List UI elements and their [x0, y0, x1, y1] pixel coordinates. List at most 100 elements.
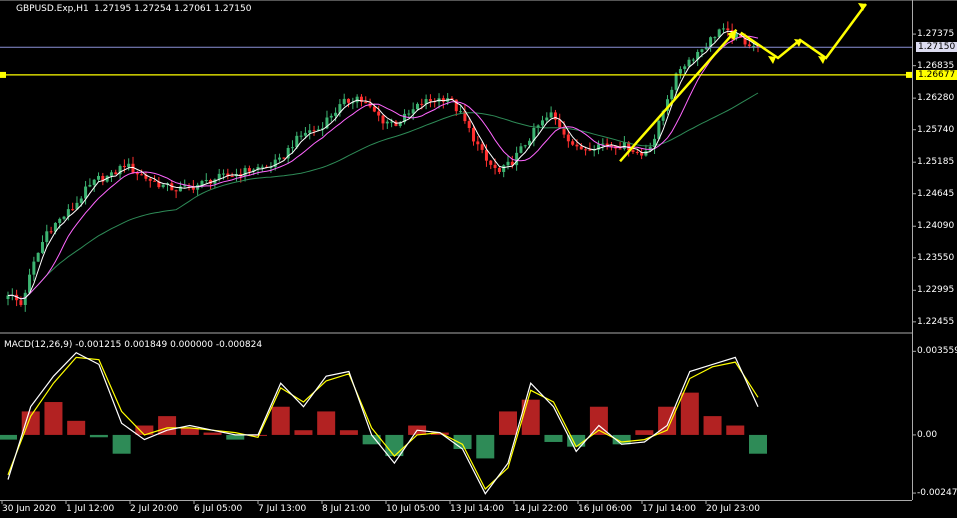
candle-body	[472, 127, 476, 142]
candle-body	[502, 165, 506, 173]
time-tick-label: 30 Jun 2020	[2, 504, 57, 514]
candle-body	[243, 168, 247, 177]
candle-body	[635, 151, 639, 153]
support-price-tag: 1.26677	[916, 70, 957, 80]
macd-histogram-bar	[317, 411, 336, 435]
symbol-label: GBPUSD.Exp,H1	[16, 4, 89, 14]
candle-body	[230, 176, 234, 178]
candle-body	[200, 181, 204, 185]
candle-body	[40, 242, 44, 253]
time-tick-label: 7 Jul 13:00	[258, 504, 307, 514]
macd-histogram-bar	[726, 425, 745, 435]
candle-body	[260, 166, 264, 168]
macd-histogram-bar	[749, 434, 767, 454]
macd-histogram-bar	[339, 430, 358, 435]
macd-tick-label: -0.002475	[917, 488, 957, 499]
macd-histogram-bar	[44, 402, 63, 435]
price-tick-label: 1.23550	[917, 252, 955, 263]
candle-body	[428, 99, 432, 102]
time-tick-label: 13 Jul 14:00	[450, 504, 504, 514]
forecast-arrow-head	[818, 56, 826, 64]
candle-body	[549, 112, 553, 118]
time-tick-label: 17 Jul 14:00	[642, 504, 696, 514]
candle-body	[312, 130, 316, 132]
price-tick-label: 1.22455	[917, 316, 955, 327]
candle-body	[19, 300, 23, 305]
candle-body	[476, 141, 480, 145]
candle-body	[575, 144, 579, 147]
macd-histogram-bar	[385, 434, 404, 457]
candle-body	[519, 146, 523, 153]
candle-body	[420, 103, 424, 105]
candle-body	[161, 184, 165, 188]
candle-body	[364, 101, 368, 104]
candle-body	[678, 69, 682, 74]
candle-body	[114, 172, 118, 175]
candle-body	[290, 147, 294, 149]
price-tick-label: 1.26280	[917, 93, 955, 104]
macd-signal-line	[7, 356, 759, 490]
candle-body	[109, 172, 113, 176]
candle-body	[411, 109, 415, 114]
candle-body	[523, 145, 527, 147]
candle-body	[506, 161, 510, 166]
chart-canvas[interactable]	[0, 0, 957, 518]
macd-main-line	[7, 351, 759, 495]
time-tick-label: 14 Jul 22:00	[514, 504, 568, 514]
candle-body	[553, 112, 557, 120]
candle-body	[480, 144, 484, 150]
time-tick-label: 10 Jul 05:00	[386, 504, 440, 514]
macd-histogram-bar	[158, 416, 177, 435]
candle-body	[71, 209, 75, 211]
price-tick-label: 1.22995	[917, 285, 955, 296]
candle-body	[622, 142, 626, 149]
candle-body	[204, 180, 208, 182]
macd-histogram-bar	[476, 434, 495, 459]
candle-body	[222, 173, 226, 175]
time-tick-label: 1 Jul 12:00	[66, 504, 115, 514]
candle-body	[571, 141, 575, 145]
candle-body	[489, 160, 493, 165]
candle-body	[497, 168, 501, 173]
candle-body	[329, 115, 333, 118]
candle-body	[347, 98, 351, 103]
candle-body	[148, 178, 152, 181]
time-tick-label: 20 Jul 23:00	[706, 504, 760, 514]
candle-body	[97, 175, 101, 180]
time-tick-label: 16 Jul 06:00	[578, 504, 632, 514]
candle-body	[700, 49, 704, 52]
candle-body	[407, 113, 411, 115]
candle-body	[722, 28, 726, 30]
candle-body	[127, 163, 131, 168]
macd-histogram-bar	[89, 434, 108, 438]
candle-body	[584, 149, 588, 151]
candle-body	[459, 111, 463, 113]
candle-body	[58, 218, 62, 223]
candle-body	[122, 165, 126, 168]
candle-body	[484, 149, 488, 161]
candle-body	[747, 44, 751, 47]
candle-body	[299, 135, 303, 137]
candle-body	[631, 150, 635, 152]
candle-body	[6, 295, 10, 300]
macd-histogram-bar	[544, 434, 563, 442]
candle-body	[174, 190, 178, 192]
macd-histogram-bar	[203, 432, 222, 435]
forecast-arrow-up	[619, 28, 738, 163]
macd-histogram-bar	[680, 392, 699, 435]
macd-histogram-bar	[67, 420, 86, 435]
macd-histogram-bar	[271, 406, 290, 435]
macd-histogram-bar	[635, 430, 654, 435]
macd-tick-label: 0.003559	[917, 346, 957, 357]
time-tick-label: 8 Jul 21:00	[322, 504, 371, 514]
candle-body	[726, 28, 730, 31]
candle-body	[545, 117, 549, 121]
macd-histogram-bar	[226, 434, 245, 440]
candle-body	[62, 216, 66, 219]
candle-body	[153, 180, 157, 182]
candle-body	[540, 120, 544, 126]
candle-body	[23, 292, 27, 305]
candle-body	[415, 103, 419, 110]
candle-body	[644, 150, 648, 156]
candle-body	[308, 130, 312, 133]
